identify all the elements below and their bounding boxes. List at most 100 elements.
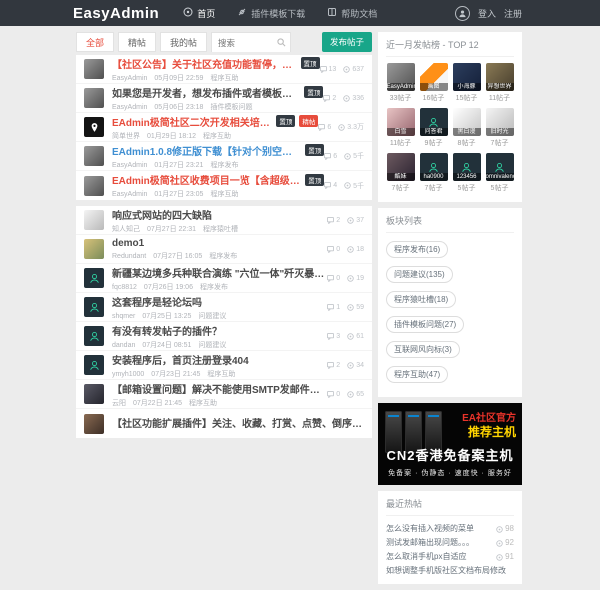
top-poster[interactable]: 画图 16帖子	[419, 63, 448, 106]
nav-item-docs[interactable]: 帮助文档	[327, 7, 377, 20]
top-poster[interactable]: ha0900 7帖子	[419, 153, 448, 196]
post-title[interactable]: EAdmin1.0.8修正版下载【针对个别空间无法安装情况】	[112, 143, 301, 158]
post-author[interactable]: ymyh1000	[112, 371, 144, 378]
top-poster-avatar[interactable]: 小海豚	[452, 63, 481, 91]
top-poster[interactable]: 酷妹 7帖子	[386, 153, 415, 196]
hot-post-row[interactable]: 怎么没有插入视频的菜单 98	[386, 522, 514, 536]
post-author[interactable]: EasyAdmin	[112, 162, 147, 169]
post-author[interactable]: EasyAdmin	[112, 104, 147, 111]
post-avatar[interactable]	[84, 239, 104, 259]
post-row[interactable]: demo1 Redundant 07月27日 16:05 程序发布 0 18	[76, 235, 372, 264]
tab-all[interactable]: 全部	[76, 32, 115, 52]
post-author[interactable]: 云阳	[112, 400, 126, 407]
post-avatar[interactable]	[84, 88, 104, 108]
hot-post-row[interactable]: 怎么取消手机px自适应 91	[386, 550, 514, 564]
post-title[interactable]: 【邮箱设置问题】解决不能使用SMTP发邮件的方法	[112, 381, 327, 396]
post-avatar[interactable]	[84, 297, 104, 317]
post-row[interactable]: 【社区功能扩展插件】关注、收藏、打赏、点赞、倒序看帖、只看楼主	[76, 409, 372, 438]
top-poster-avatar[interactable]: 异想世界	[485, 63, 514, 91]
hot-post-title[interactable]: 怎么没有插入视频的菜单	[386, 522, 492, 536]
post-board[interactable]: 程序互助	[210, 191, 238, 198]
post-author[interactable]: fqc8812	[112, 284, 137, 291]
board-tag[interactable]: 程序猿吐槽(18)	[386, 291, 457, 308]
login-link[interactable]: 登入	[478, 7, 496, 20]
post-board[interactable]: 程序互助	[189, 400, 217, 407]
post-avatar[interactable]	[84, 384, 104, 404]
new-post-button[interactable]: 发布帖子	[321, 32, 372, 52]
top-poster-avatar[interactable]: 黑白漫	[452, 108, 481, 136]
post-title[interactable]: 响应式网站的四大缺陷	[112, 207, 212, 222]
post-board[interactable]: 程序发布	[200, 284, 228, 291]
hot-post-title[interactable]: 怎么取消手机px自适应	[386, 550, 492, 564]
post-author[interactable]: 知人知己	[112, 226, 140, 233]
post-row[interactable]: 新疆某边境多兵种联合演练 "六位一体"歼灭暴恐分子 fqc8812 07月26日 …	[76, 264, 372, 293]
post-author[interactable]: 简单世界	[112, 133, 140, 140]
post-row[interactable]: 【社区公告】关于社区充值功能暂停，充值请联系49007623置顶 EasyAdm…	[76, 55, 372, 84]
board-tag[interactable]: 程序互助(47)	[386, 366, 449, 383]
top-poster[interactable]: 问答君 9帖子	[419, 108, 448, 151]
post-title[interactable]: EAdmin极简社区收费项目一览【含超级会员权限介绍】	[112, 172, 301, 187]
post-author[interactable]: dandan	[112, 342, 135, 349]
user-icon[interactable]	[454, 5, 470, 21]
post-title[interactable]: 新疆某边境多兵种联合演练 "六位一体"歼灭暴恐分子	[112, 265, 327, 280]
post-author[interactable]: Redundant	[112, 253, 146, 260]
post-avatar[interactable]	[84, 146, 104, 166]
hot-post-title[interactable]: 测试发邮箱出现问题。。。	[386, 536, 492, 550]
nav-item-plugins[interactable]: 插件模板下载	[237, 7, 305, 20]
top-poster-avatar[interactable]: EasyAdmin	[386, 63, 415, 91]
top-poster[interactable]: omnivalence 5帖子	[485, 153, 514, 196]
nav-item-home[interactable]: 首页	[183, 7, 215, 20]
tab-mine[interactable]: 我的帖	[160, 32, 208, 52]
post-board[interactable]: 程序互助	[203, 133, 231, 140]
register-link[interactable]: 注册	[504, 7, 522, 20]
top-poster-avatar[interactable]: 旧时光	[485, 108, 514, 136]
post-board[interactable]: 程序猿吐槽	[203, 226, 238, 233]
hot-post-row[interactable]: 如想调整手机版社区文档布局修改	[386, 564, 514, 578]
board-tag[interactable]: 互联网风向标(3)	[386, 341, 460, 358]
post-row[interactable]: EAdmin极简社区二次开发相关培训报名公开课教程（已完结） 置顶精帖 简单世界 0…	[76, 113, 372, 142]
top-poster-avatar[interactable]: 画图	[419, 63, 448, 91]
board-tag[interactable]: 程序发布(16)	[386, 241, 449, 258]
top-poster[interactable]: 小海豚 15帖子	[452, 63, 481, 106]
tab-featured[interactable]: 精帖	[118, 32, 157, 52]
post-title[interactable]: 这套程序是轻论坛吗	[112, 294, 202, 309]
post-row[interactable]: 响应式网站的四大缺陷 知人知己 07月27日 22:31 程序猿吐槽 2 37	[76, 206, 372, 235]
post-row[interactable]: 如果您是开发者，想发布插件或者模板请联系49007623 置顶 EasyAdmin…	[76, 84, 372, 113]
post-board[interactable]: 程序互助	[210, 75, 238, 82]
top-poster-avatar[interactable]: 问答君	[419, 108, 448, 136]
top-poster[interactable]: EasyAdmin 33帖子	[386, 63, 415, 106]
post-avatar[interactable]	[84, 59, 104, 79]
top-poster-avatar[interactable]: 123456	[452, 153, 481, 181]
top-poster[interactable]: 白雪 11帖子	[386, 108, 415, 151]
post-row[interactable]: 有没有转发帖子的插件？ dandan 07月24日 08:51 问题建议 3 61	[76, 322, 372, 351]
post-title[interactable]: 有没有转发帖子的插件？	[112, 323, 222, 338]
post-author[interactable]: shqmer	[112, 313, 135, 320]
post-row[interactable]: 【邮箱设置问题】解决不能使用SMTP发邮件的方法 云阳 07月22日 21:45 程…	[76, 380, 372, 409]
post-board[interactable]: 程序发布	[210, 162, 238, 169]
post-avatar[interactable]	[84, 355, 104, 375]
post-author[interactable]: EasyAdmin	[112, 75, 147, 82]
post-avatar[interactable]	[84, 326, 104, 346]
hosting-ad-banner[interactable]: EA社区官方 推荐主机 CN2香港免备案主机 免备案 · 伪静态 · 速度快 ·…	[378, 403, 522, 485]
post-row[interactable]: EAdmin1.0.8修正版下载【针对个别空间无法安装情况】置顶 EasyAdm…	[76, 142, 372, 171]
post-row[interactable]: 这套程序是轻论坛吗 shqmer 07月25日 13:25 问题建议 1 59	[76, 293, 372, 322]
post-board[interactable]: 程序发布	[209, 253, 237, 260]
post-avatar[interactable]	[84, 210, 104, 230]
post-avatar[interactable]	[84, 413, 104, 434]
post-avatar[interactable]	[84, 175, 104, 196]
post-title[interactable]: 【社区公告】关于社区充值功能暂停，充值请联系49007623	[112, 56, 297, 71]
post-title[interactable]: 安装程序后，首页注册登录404	[112, 352, 249, 367]
top-poster[interactable]: 异想世界 11帖子	[485, 63, 514, 106]
top-poster[interactable]: 旧时光 7帖子	[485, 108, 514, 151]
board-tag[interactable]: 问题建议(135)	[386, 266, 453, 283]
post-row[interactable]: 安装程序后，首页注册登录404 ymyh1000 07月23日 21:45 程序互助…	[76, 351, 372, 380]
post-title[interactable]: EAdmin极简社区二次开发相关培训报名公开课教程（已完结）	[112, 114, 272, 129]
hot-post-row[interactable]: 测试发邮箱出现问题。。。 92	[386, 536, 514, 550]
post-avatar[interactable]	[84, 117, 104, 137]
top-poster-avatar[interactable]: 酷妹	[386, 153, 415, 181]
post-board[interactable]: 问题建议	[198, 313, 226, 320]
post-title[interactable]: 【社区功能扩展插件】关注、收藏、打赏、点赞、倒序看帖、只看楼主	[112, 415, 364, 430]
app-logo[interactable]: EasyAdmin	[73, 5, 159, 22]
top-poster-avatar[interactable]: ha0900	[419, 153, 448, 181]
board-tag[interactable]: 插件模板问题(27)	[386, 316, 465, 333]
